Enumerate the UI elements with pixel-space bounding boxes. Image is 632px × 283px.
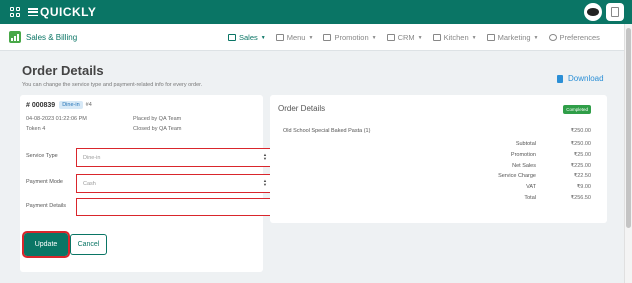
summary-label: VAT <box>526 184 536 190</box>
update-button[interactable]: Update <box>22 231 70 258</box>
nav-menu-label: Menu <box>286 33 306 42</box>
payment-mode-value: Cash <box>83 180 96 187</box>
monitor-icon <box>228 34 236 41</box>
nav-promotion-label: Promotion <box>334 33 369 42</box>
gear-icon <box>548 34 557 41</box>
closed-by: Closed by QA Team <box>133 126 182 132</box>
summary-label: Total <box>524 195 536 201</box>
menu-icon <box>275 34 284 41</box>
nav-promotion[interactable]: Promotion ▼ <box>323 33 377 42</box>
summary-value: ₹25.00 <box>573 152 591 158</box>
logo-lines-icon <box>28 8 38 16</box>
chevron-down-icon: ▼ <box>371 34 377 41</box>
nav-preferences[interactable]: Preferences <box>548 33 600 42</box>
users-icon <box>386 34 395 41</box>
nav-menu-item[interactable]: Menu ▼ <box>275 33 314 42</box>
chevron-down-icon: ▼ <box>417 34 423 41</box>
module-navbar: Sales & Billing Sales ▼ Menu ▼ Promotion… <box>0 24 624 51</box>
page-subtitle: You can change the service type and paym… <box>22 82 203 88</box>
order-datetime: 04-08-2023 01:22:06 PM <box>26 116 87 122</box>
summary-label: Net Sales <box>512 163 536 169</box>
nav-marketing-label: Marketing <box>497 33 531 42</box>
summary-label: Promotion <box>510 152 536 158</box>
summary-row-total: Total ₹256.50 <box>431 195 591 201</box>
chevron-down-icon: ▼ <box>308 34 314 41</box>
scrollbar-thumb[interactable] <box>626 28 631 228</box>
file-download-icon <box>557 74 563 83</box>
chevron-down-icon: ▼ <box>471 34 477 41</box>
module-brand-label: Sales & Billing <box>26 32 78 42</box>
chef-icon <box>432 34 441 41</box>
payment-details-input[interactable] <box>83 199 273 215</box>
order-line-item-name: Old School Special Baked Pasta (1) <box>283 128 371 134</box>
order-heading: # 000839 Dine-in #4 <box>26 101 92 109</box>
nav-menu: Sales ▼ Menu ▼ Promotion ▼ CRM ▼ Kitchen… <box>228 24 610 51</box>
service-type-select[interactable]: Dine-in ▲ ▼ <box>76 148 274 167</box>
chevron-down-icon: ▼ <box>533 34 539 41</box>
download-label: Download <box>568 74 604 83</box>
nav-crm-label: CRM <box>397 33 415 42</box>
order-summary-card: Order Details Completed Old School Speci… <box>270 95 607 223</box>
order-edit-card: # 000839 Dine-in #4 04-08-2023 01:22:06 … <box>20 95 274 272</box>
clipboard-icon[interactable] <box>606 3 624 21</box>
nav-sales[interactable]: Sales ▼ <box>228 33 266 42</box>
summary-value: ₹225.00 <box>570 163 591 169</box>
summary-row-net-sales: Net Sales ₹225.00 <box>431 163 591 169</box>
summary-row-promotion: Promotion ₹25.00 <box>431 152 591 158</box>
order-number: # 000839 <box>26 101 56 109</box>
summary-title: Order Details <box>278 104 326 113</box>
app-logo[interactable]: QUICKLY <box>28 5 96 19</box>
logo-text: QUICKLY <box>40 5 97 19</box>
payment-details-label: Payment Details <box>26 203 67 209</box>
placed-by: Placed by QA Team <box>133 116 182 122</box>
summary-label: Subtotal <box>515 141 536 147</box>
service-type-badge: Dine-in <box>59 101 83 109</box>
table-number: #4 <box>85 102 92 108</box>
nav-preferences-label: Preferences <box>559 33 600 42</box>
nav-crm[interactable]: CRM ▼ <box>386 33 423 42</box>
summary-value: ₹256.50 <box>570 195 591 201</box>
nav-kitchen-label: Kitchen <box>443 33 469 42</box>
payment-mode-select[interactable]: Cash ▲ ▼ <box>76 174 274 193</box>
page-scrollbar[interactable] <box>624 24 632 283</box>
chevron-down-icon: ▼ <box>260 34 266 41</box>
summary-value: ₹9.00 <box>576 184 591 190</box>
page-title: Order Details <box>22 63 104 78</box>
page-header: Order Details You can change the service… <box>22 63 202 88</box>
summary-value: ₹250.00 <box>570 141 591 147</box>
select-arrows-icon: ▲ ▼ <box>263 152 267 161</box>
order-line-item-amount: ₹250.00 <box>570 128 591 134</box>
module-brand[interactable]: Sales & Billing <box>9 31 77 43</box>
megaphone-icon <box>486 34 495 41</box>
cancel-button[interactable]: Cancel <box>70 234 107 255</box>
download-button[interactable]: Download <box>557 74 604 83</box>
summary-value: ₹22.50 <box>573 173 591 179</box>
apps-grid-icon[interactable] <box>10 7 20 17</box>
nav-marketing[interactable]: Marketing ▼ <box>486 33 539 42</box>
tag-icon <box>323 34 332 41</box>
payment-details-field[interactable] <box>76 198 274 216</box>
nav-sales-label: Sales <box>239 33 258 42</box>
service-type-label: Service Type <box>26 153 58 159</box>
sales-billing-icon <box>9 31 21 43</box>
status-badge: Completed <box>563 105 591 114</box>
payment-mode-label: Payment Mode <box>26 179 63 185</box>
top-app-bar: QUICKLY <box>0 0 632 24</box>
summary-row-vat: VAT ₹9.00 <box>431 184 591 190</box>
select-arrows-icon: ▲ ▼ <box>263 178 267 187</box>
user-avatar[interactable] <box>584 3 602 21</box>
nav-kitchen[interactable]: Kitchen ▼ <box>432 33 477 42</box>
summary-row-subtotal: Subtotal ₹250.00 <box>431 141 591 147</box>
summary-label: Service Charge <box>498 173 536 179</box>
order-token: Token 4 <box>26 126 46 132</box>
summary-row-service-charge: Service Charge ₹22.50 <box>431 173 591 179</box>
service-type-value: Dine-in <box>83 154 101 161</box>
